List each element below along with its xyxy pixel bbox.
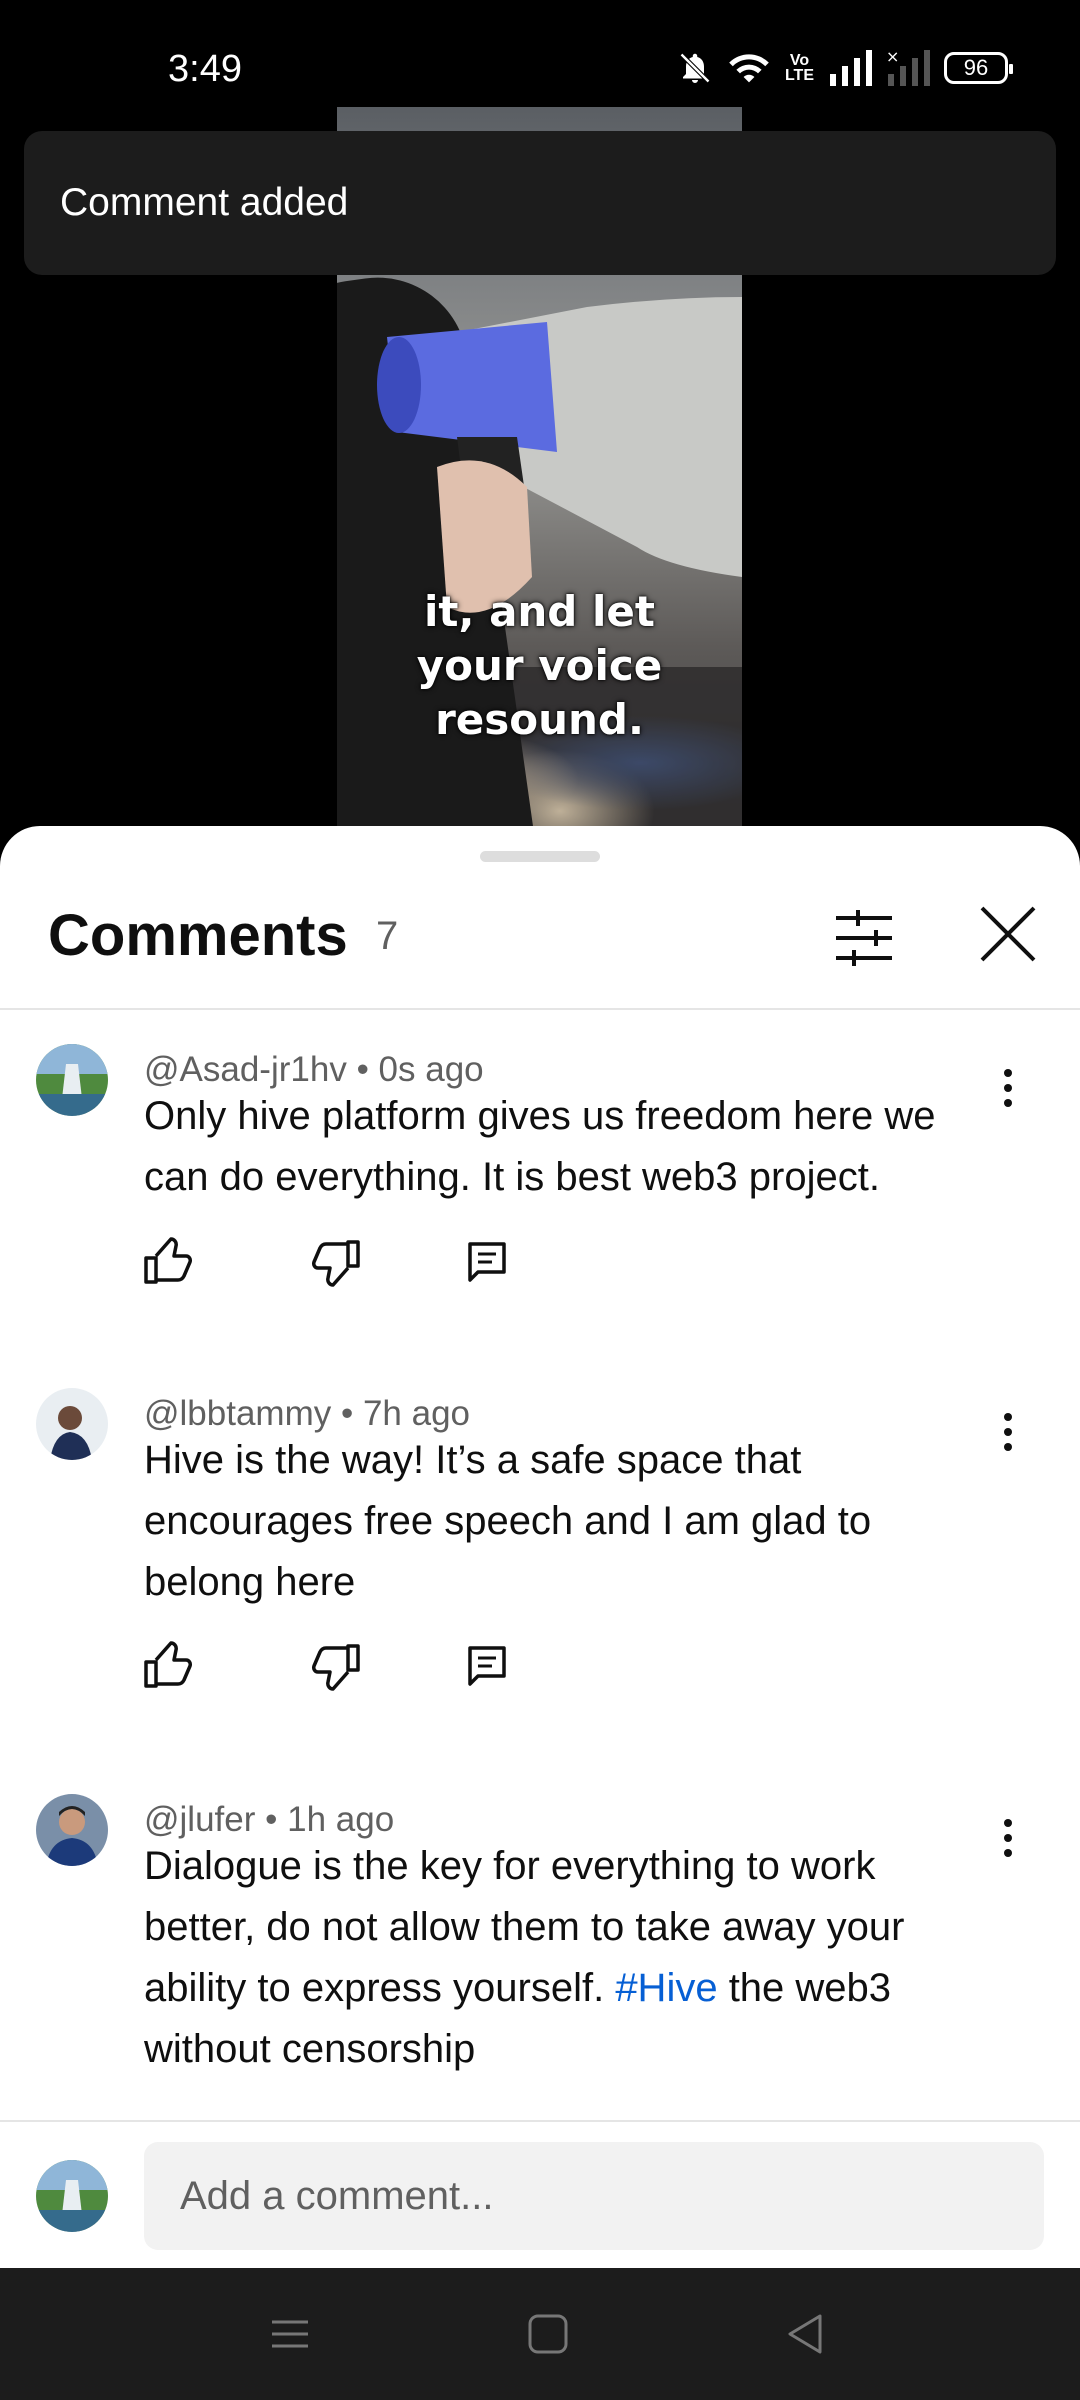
dislike-button[interactable] — [308, 1234, 364, 1290]
menu-icon — [272, 2320, 308, 2348]
comment-time: 7h ago — [362, 1394, 471, 1433]
signal-off-icon: × — [886, 50, 930, 86]
thumbs-up-icon — [144, 1237, 192, 1284]
comments-count: 7 — [376, 914, 399, 958]
reply-icon — [468, 1242, 506, 1282]
comment-text: Dialogue is the key for everything to wo… — [144, 1836, 984, 2080]
comment-more-button[interactable] — [990, 1402, 1026, 1462]
comments-sheet: Comments 7 @Asad-jr1hv • 0s ago Only hiv… — [0, 826, 1080, 2268]
hashtag-link[interactable]: #Hive — [615, 1966, 717, 2010]
avatar-image — [36, 2160, 108, 2232]
reply-button[interactable] — [460, 1234, 516, 1290]
more-dot — [1004, 1834, 1012, 1842]
svg-text:×: × — [886, 50, 899, 66]
thumbs-up-icon — [144, 1641, 192, 1688]
status-time: 3:49 — [168, 48, 242, 90]
more-dot — [1004, 1428, 1012, 1436]
avatar[interactable] — [36, 1794, 108, 1866]
more-dot — [1004, 1819, 1012, 1827]
sliders-icon — [836, 910, 892, 966]
like-button[interactable] — [140, 1234, 196, 1290]
system-nav-bar — [0, 2268, 1080, 2400]
like-button[interactable] — [140, 1638, 196, 1694]
comment-author[interactable]: @Asad-jr1hv — [144, 1050, 347, 1089]
wifi-icon — [729, 54, 769, 83]
bell-off-icon — [679, 52, 711, 84]
meta-separator: • — [340, 1394, 363, 1433]
comment-more-button[interactable] — [990, 1058, 1026, 1118]
comment-author[interactable]: @jlufer — [144, 1800, 255, 1839]
volte-indicator: Vo LTE — [784, 52, 814, 84]
avatar[interactable] — [36, 1044, 108, 1116]
home-square-icon — [528, 2314, 568, 2354]
comment-time: 0s ago — [378, 1050, 484, 1089]
comment-meta: @jlufer • 1h ago — [144, 1800, 394, 1840]
comments-title: Comments — [48, 903, 348, 968]
more-dot — [1004, 1413, 1012, 1421]
dislike-button[interactable] — [308, 1638, 364, 1694]
comment-time: 1h ago — [287, 1800, 395, 1839]
toast-notification: Comment added — [24, 131, 1056, 275]
comment-text: Only hive platform gives us freedom here… — [144, 1094, 936, 1199]
avatar-image — [36, 1388, 108, 1460]
current-user-avatar — [36, 2160, 108, 2232]
comment-meta: @lbbtammy • 7h ago — [144, 1394, 470, 1434]
comment-more-button[interactable] — [990, 1808, 1026, 1868]
reply-button[interactable] — [460, 1638, 516, 1694]
close-icon — [980, 906, 1036, 962]
filter-button[interactable] — [830, 904, 898, 972]
comment-meta: @Asad-jr1hv • 0s ago — [144, 1050, 484, 1090]
header-divider — [0, 1008, 1080, 1010]
video-caption: it, and let your voice resound. — [416, 587, 663, 744]
battery-indicator: 96 — [944, 52, 1013, 84]
more-dot — [1004, 1099, 1012, 1107]
comment-text: Hive is the way! It’s a safe space that … — [144, 1438, 872, 1604]
more-dot — [1004, 1849, 1012, 1857]
avatar-image — [36, 1044, 108, 1116]
avatar[interactable] — [36, 1388, 108, 1460]
meta-separator: • — [356, 1050, 379, 1089]
back-triangle-icon — [788, 2314, 822, 2354]
comment-author[interactable]: @lbbtammy — [144, 1394, 331, 1433]
add-comment-input[interactable] — [144, 2142, 1044, 2250]
reply-icon — [468, 1646, 506, 1686]
status-icons: Vo LTE × 96 — [677, 50, 1013, 86]
more-dot — [1004, 1069, 1012, 1077]
meta-separator: • — [265, 1800, 288, 1839]
avatar-image — [36, 1794, 108, 1866]
signal-icon — [830, 50, 872, 86]
toast-text: Comment added — [60, 181, 349, 224]
back-button[interactable] — [776, 2304, 836, 2364]
drag-handle[interactable] — [480, 851, 600, 862]
close-button[interactable] — [974, 900, 1042, 968]
more-dot — [1004, 1443, 1012, 1451]
thumbs-down-icon — [312, 1240, 360, 1287]
thumbs-down-icon — [312, 1644, 360, 1691]
home-button[interactable] — [518, 2304, 578, 2364]
more-dot — [1004, 1084, 1012, 1092]
footer-divider — [0, 2120, 1080, 2122]
recents-button[interactable] — [260, 2304, 320, 2364]
